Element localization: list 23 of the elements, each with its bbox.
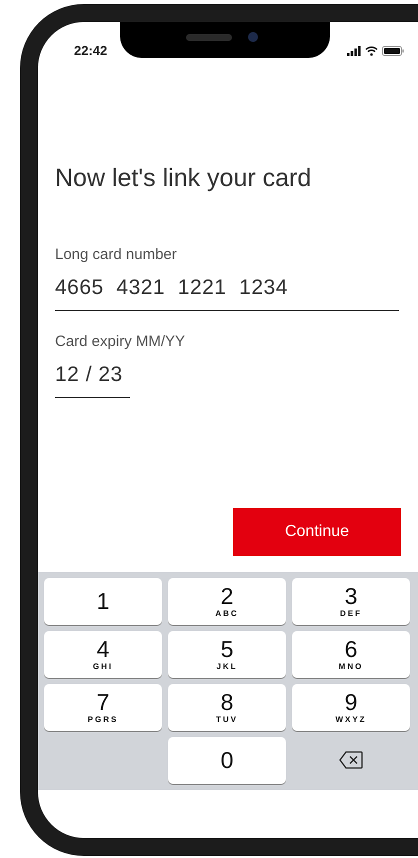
continue-button[interactable]: Continue <box>233 508 401 556</box>
signal-icon <box>347 46 361 56</box>
keypad-key[interactable]: 0 <box>168 736 286 784</box>
input-field[interactable]: 12 / 23 <box>55 359 130 398</box>
status-time: 22:42 <box>74 42 108 60</box>
keypad-key[interactable]: 4 GHI <box>44 630 162 678</box>
wifi-icon <box>365 46 378 56</box>
keypad-key[interactable]: 5 JKL <box>168 630 286 678</box>
keypad-key[interactable]: 8 TUV <box>168 684 286 730</box>
speaker-grille <box>186 34 232 41</box>
field-label: Long card number <box>55 244 178 264</box>
keypad-key[interactable]: 3 DEF <box>292 578 410 624</box>
input-field[interactable]: 4665 4321 1221 1234 <box>55 272 399 310</box>
keypad-key[interactable]: 2 ABC <box>168 578 286 624</box>
keypad-key[interactable]: 1 <box>44 578 162 624</box>
keypad-key[interactable]: 9 WXYZ <box>292 684 410 730</box>
backspace-icon[interactable] <box>339 751 363 769</box>
battery-icon <box>382 46 404 56</box>
page-title: Now let's link your card <box>55 163 312 194</box>
keypad-key[interactable]: 7 PGRS <box>44 684 162 730</box>
field-label: Card expiry MM/YY <box>55 332 186 352</box>
keypad-key[interactable]: 6 MNO <box>292 630 410 678</box>
camera-lens <box>248 32 258 42</box>
